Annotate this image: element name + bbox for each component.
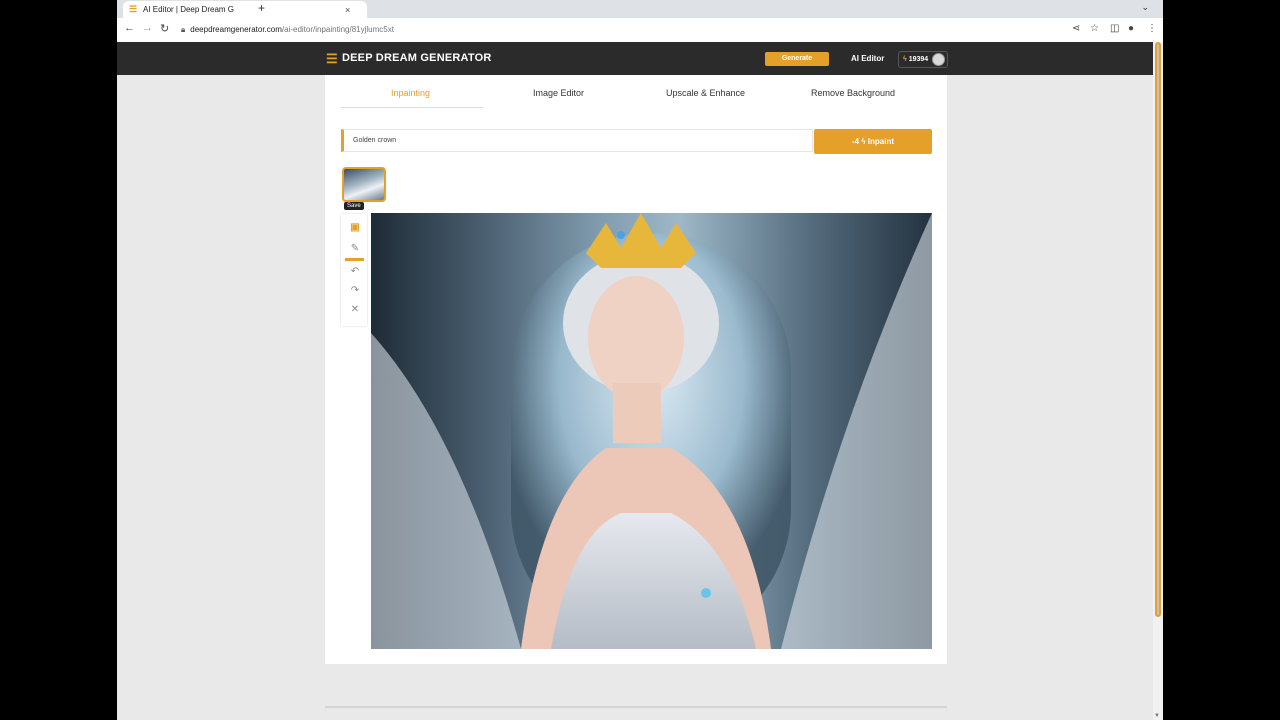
url-path: /ai-editor/inpainting/81yjlumc5xt [281, 25, 394, 34]
forward-icon[interactable]: → [142, 22, 153, 34]
energy-icon: ϟ [903, 56, 907, 63]
logo-icon[interactable]: ☰ [326, 52, 338, 65]
tab-underline [341, 107, 483, 108]
reload-icon[interactable]: ↻ [160, 22, 169, 35]
tab-strip: ☰ AI Editor | Deep Dream G × + ⌄ [117, 0, 1163, 18]
redo-icon[interactable]: ↷ [344, 282, 366, 299]
inpaint-canvas-image[interactable] [371, 213, 932, 649]
page-viewport: ☰ DEEP DREAM GENERATOR Generate AI Edito… [117, 42, 1153, 720]
tab-search-icon[interactable]: ⌄ [1141, 2, 1149, 13]
share-icon[interactable]: ⋖ [1072, 23, 1080, 34]
page-scrollbar[interactable]: ▲ ▼ [1153, 42, 1163, 720]
browser-tab[interactable]: ☰ AI Editor | Deep Dream G × [123, 1, 367, 18]
editor-tabs: Inpainting Image Editor Upscale & Enhanc… [341, 75, 931, 108]
menu-icon[interactable]: ⋮ [1147, 23, 1157, 34]
credits-badge[interactable]: ϟ 19394 [898, 51, 949, 68]
clear-icon[interactable]: ✕ [344, 301, 366, 318]
inpaint-button[interactable]: -4 ϟ Inpaint [814, 129, 932, 154]
brush-icon[interactable]: ✎ [344, 240, 366, 257]
address-bar[interactable]: 🔒︎ deepdreamgenerator.com/ai-editor/inpa… [181, 22, 1061, 37]
side-panel-icon[interactable]: ◫ [1110, 23, 1119, 34]
tab-title: AI Editor | Deep Dream G [143, 5, 234, 14]
page-divider [325, 706, 947, 708]
url-host: deepdreamgenerator.com [190, 25, 282, 34]
editor-card: Inpainting Image Editor Upscale & Enhanc… [325, 75, 947, 664]
brush-size-indicator [345, 258, 364, 261]
save-icon[interactable]: ▣ [344, 219, 366, 236]
browser-window: ☰ AI Editor | Deep Dream G × + ⌄ ← → ↻ 🔒… [117, 0, 1163, 720]
lock-icon: 🔒︎ [181, 24, 186, 34]
generate-button[interactable]: Generate [765, 52, 829, 66]
tab-upscale-enhance[interactable]: Upscale & Enhance [666, 88, 745, 98]
image-thumbnail[interactable] [342, 167, 386, 202]
portrait-illustration [371, 213, 932, 649]
avatar[interactable] [932, 53, 946, 66]
scrollbar-thumb[interactable] [1155, 42, 1161, 617]
undo-icon[interactable]: ↶ [344, 263, 366, 280]
profile-icon[interactable]: ● [1128, 23, 1134, 34]
favicon-icon: ☰ [129, 4, 138, 14]
tab-inpainting[interactable]: Inpainting [391, 88, 430, 98]
site-header: ☰ DEEP DREAM GENERATOR Generate AI Edito… [117, 42, 1153, 75]
ai-editor-link[interactable]: AI Editor [851, 54, 884, 63]
site-logo[interactable]: DEEP DREAM GENERATOR [342, 52, 491, 64]
tab-image-editor[interactable]: Image Editor [533, 88, 584, 98]
back-icon[interactable]: ← [124, 22, 135, 34]
new-tab-button[interactable]: + [258, 1, 265, 15]
scroll-down-icon[interactable]: ▼ [1154, 713, 1160, 719]
browser-toolbar: ← → ↻ 🔒︎ deepdreamgenerator.com/ai-edito… [117, 18, 1163, 43]
tab-close-icon[interactable]: × [345, 5, 350, 15]
bookmark-star-icon[interactable]: ☆ [1090, 23, 1099, 34]
credits-count: 19394 [908, 56, 929, 63]
save-tooltip: Save [344, 202, 364, 210]
tab-remove-background[interactable]: Remove Background [811, 88, 895, 98]
prompt-input[interactable]: Golden crown [341, 129, 813, 152]
